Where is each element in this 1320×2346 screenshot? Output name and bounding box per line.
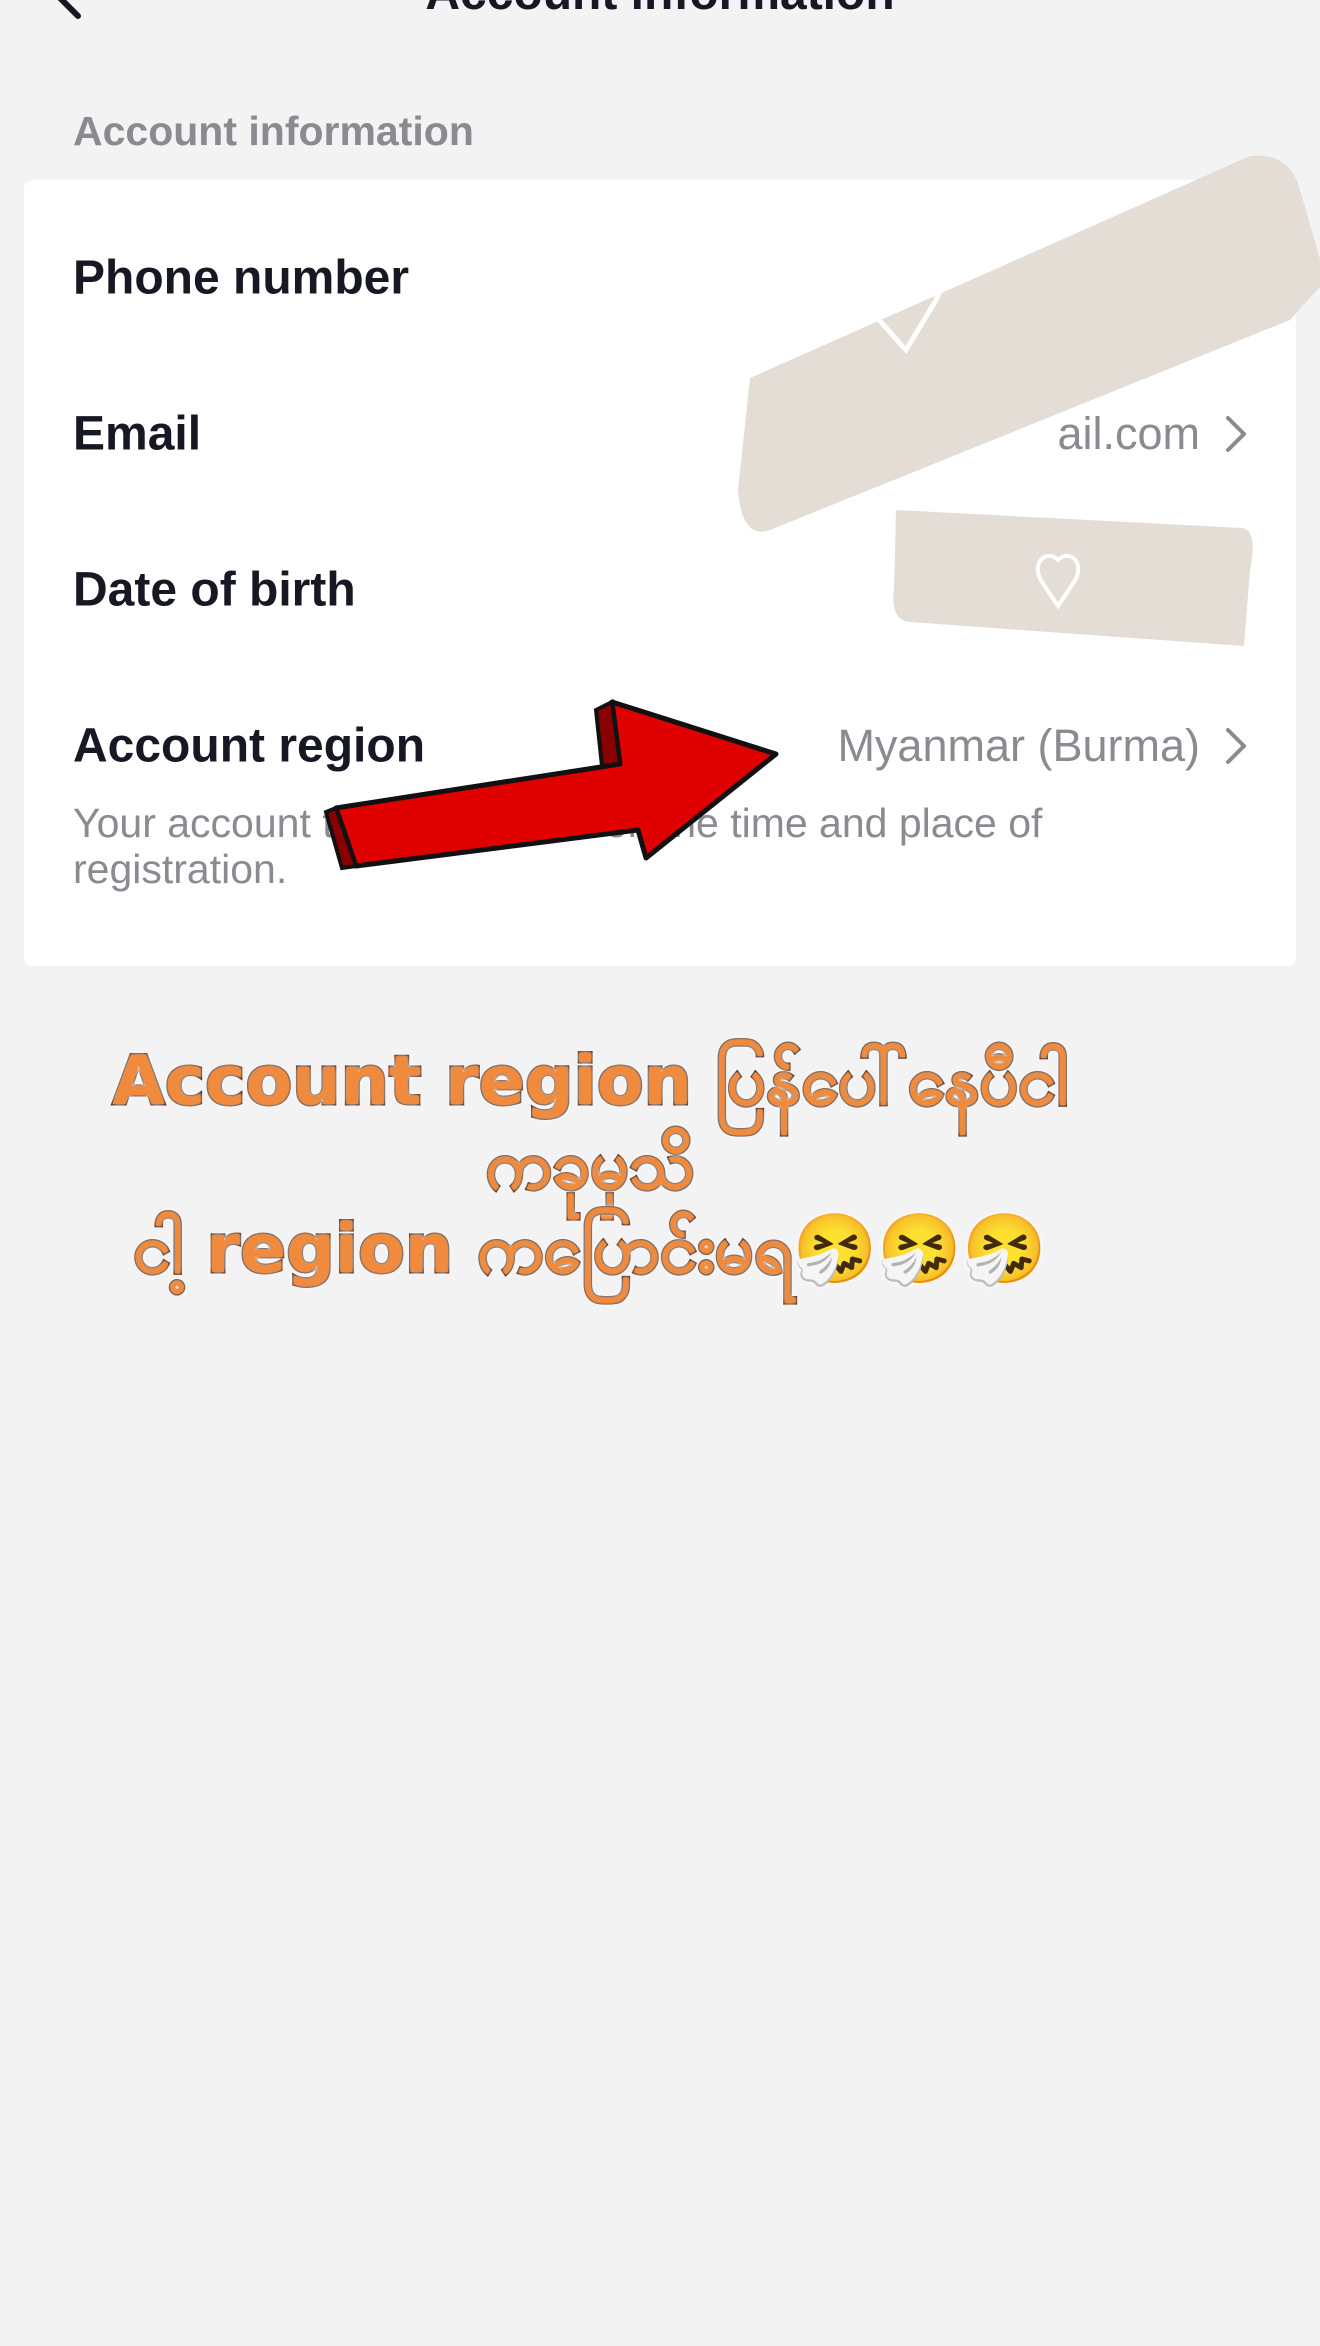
chevron-right-icon — [1226, 728, 1246, 764]
caption-line: ငါ့ region ကပြောင်းမရ🤧🤧🤧 — [132, 1209, 1048, 1291]
account-region-label: Account region — [73, 719, 426, 773]
phone-number-label: Phone number — [73, 251, 410, 305]
account-info-card: Phone number Email ail.com Date of birth… — [24, 180, 1296, 966]
date-of-birth-row[interactable]: Date of birth — [24, 512, 1296, 668]
caption-line: Account region ပြန်ပေါ်နေပီငါ — [111, 1041, 1070, 1123]
email-row[interactable]: Email ail.com — [24, 356, 1296, 512]
email-value: ail.com — [1057, 408, 1200, 459]
section-label: Account information — [73, 108, 474, 154]
header: Account information — [0, 0, 1320, 40]
email-label: Email — [73, 407, 202, 461]
region-note: Your account tially set based on the tim… — [73, 800, 1043, 892]
account-region-value: Myanmar (Burma) — [837, 720, 1200, 771]
phone-number-row[interactable]: Phone number — [24, 200, 1296, 356]
overlay-caption: Account region ပြန်ပေါ်နေပီငါ ကခုမှသိ ငါ… — [60, 1040, 1120, 1292]
page-title: Account information — [0, 0, 1320, 22]
date-of-birth-label: Date of birth — [73, 563, 356, 617]
caption-line: ကခုမှသိ — [484, 1125, 696, 1207]
chevron-right-icon — [1226, 416, 1246, 452]
